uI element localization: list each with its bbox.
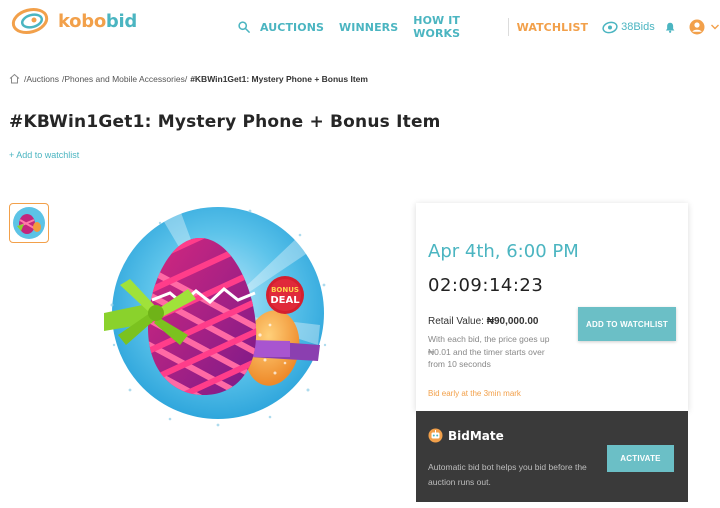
nav-how-it-works[interactable]: HOW IT WORKS xyxy=(413,14,496,40)
top-header: kobobid AUCTIONS WINNERS HOW IT WORKS WA… xyxy=(0,0,720,44)
auction-card: Apr 4th, 6:00 PM 02:09:14:23 Retail Valu… xyxy=(416,203,688,411)
product-hero-image: BONUS DEAL xyxy=(104,205,328,427)
product-thumbnail[interactable] xyxy=(9,203,49,243)
chevron-down-icon xyxy=(711,24,719,30)
auction-date: Apr 4th, 6:00 PM xyxy=(428,241,579,262)
home-icon[interactable] xyxy=(9,73,20,84)
page-title: #KBWin1Get1: Mystery Phone + Bonus Item xyxy=(9,112,441,132)
breadcrumb-current: #KBWin1Get1: Mystery Phone + Bonus Item xyxy=(190,73,368,84)
badge-deal-text: DEAL xyxy=(270,295,300,306)
user-menu[interactable] xyxy=(689,19,720,35)
thumbnail-egg-image xyxy=(13,207,45,239)
logo-swirl-icon xyxy=(11,7,49,35)
kobobid-logo[interactable]: kobobid xyxy=(10,6,137,36)
logo-text: kobobid xyxy=(58,10,137,32)
nav-winners[interactable]: WINNERS xyxy=(339,21,398,34)
badge-bonus-text: BONUS xyxy=(271,286,299,294)
retail-value: Retail Value: ₦90,000.00 xyxy=(428,316,538,327)
bids-balance[interactable]: 38Bids xyxy=(602,21,655,34)
nav-watchlist[interactable]: WATCHLIST xyxy=(517,21,589,34)
bid-rule-text: With each bid, the price goes up ₦0.01 a… xyxy=(428,334,550,369)
nav-divider xyxy=(507,18,509,36)
bidmate-panel: BidMate Automatic bid bot helps you bid … xyxy=(416,411,688,502)
nav-auctions[interactable]: AUCTIONS xyxy=(260,21,324,34)
countdown-timer: 02:09:14:23 xyxy=(428,275,544,296)
bidmate-robot-icon xyxy=(428,428,443,443)
bids-coin-icon xyxy=(602,21,618,33)
breadcrumb-category[interactable]: /Phones and Mobile Accessories/ xyxy=(62,74,187,84)
bidmate-header: BidMate xyxy=(428,428,504,443)
bid-early-note: Bid early at the 3min mark xyxy=(428,389,521,398)
add-to-watchlist-link[interactable]: + Add to watchlist xyxy=(9,150,79,160)
search-icon[interactable] xyxy=(238,20,250,34)
add-to-watchlist-button[interactable]: ADD TO WATCHLIST xyxy=(578,307,676,341)
user-avatar-icon xyxy=(689,19,705,35)
retail-amount: ₦90,000.00 xyxy=(486,316,539,327)
retail-label: Retail Value: xyxy=(428,316,484,327)
bids-count: 38Bids xyxy=(621,21,655,33)
bidmate-title: BidMate xyxy=(448,428,504,443)
bidmate-description: Automatic bid bot helps you bid before t… xyxy=(428,462,587,487)
bell-icon[interactable] xyxy=(665,21,675,34)
breadcrumb: /Auctions /Phones and Mobile Accessories… xyxy=(9,73,371,84)
breadcrumb-auctions[interactable]: /Auctions xyxy=(24,74,59,84)
activate-bidmate-button[interactable]: ACTIVATE xyxy=(607,445,674,472)
main-nav: AUCTIONS WINNERS HOW IT WORKS WATCHLIST … xyxy=(238,14,720,40)
